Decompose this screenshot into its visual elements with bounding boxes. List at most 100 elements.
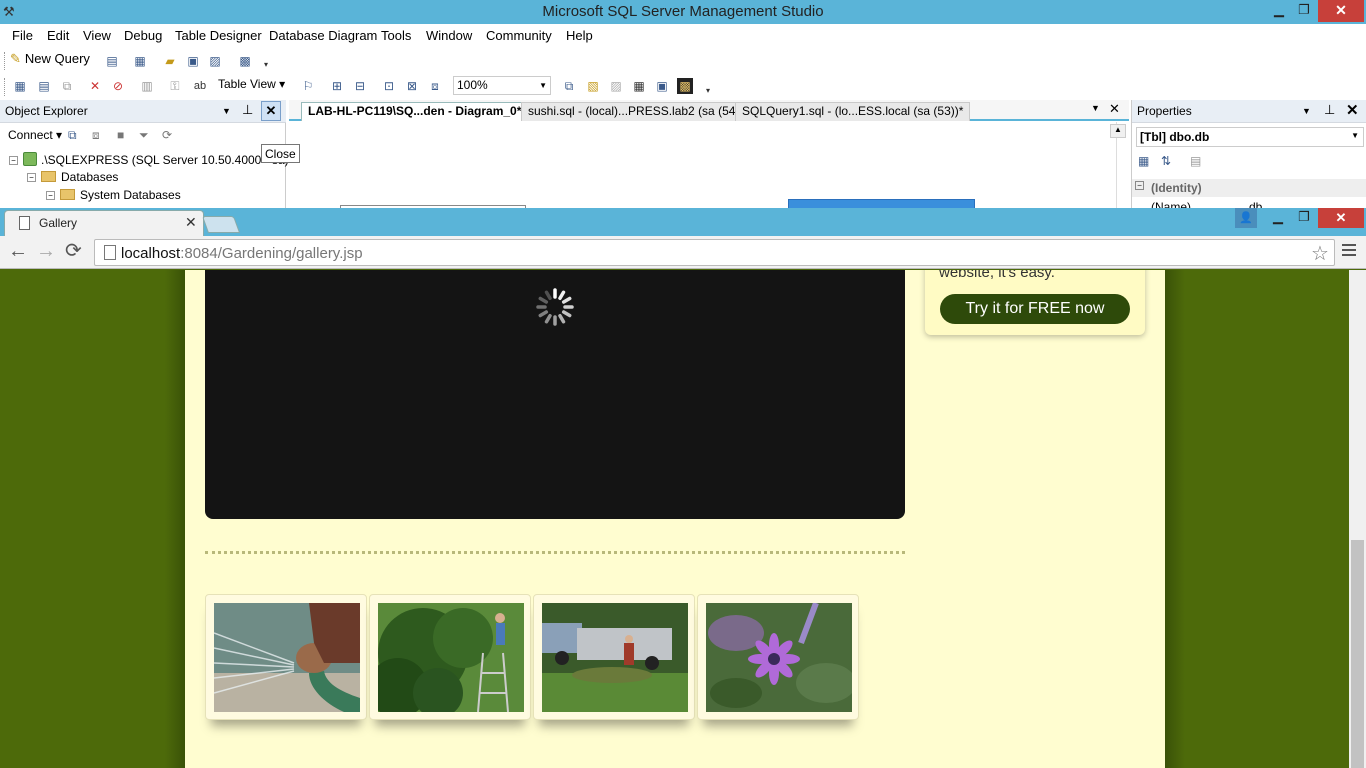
manage-spatial-indexes-icon[interactable]: ▣ xyxy=(654,78,670,94)
menu-view[interactable]: View xyxy=(83,28,111,43)
generate-script-icon[interactable]: ▥ xyxy=(139,78,155,94)
toolbar-overflow-icon[interactable]: ▾ xyxy=(700,83,716,99)
tab-diagram[interactable]: LAB-HL-PC119\SQ...den - Diagram_0* xyxy=(301,102,529,121)
menu-community[interactable]: Community xyxy=(486,28,552,43)
new-file-icon[interactable]: ▤ xyxy=(104,53,120,69)
menu-help[interactable]: Help xyxy=(566,28,593,43)
new-tab-button[interactable] xyxy=(201,216,241,233)
tree-databases-node[interactable]: − Databases xyxy=(27,170,118,184)
refresh-icon[interactable]: ⟳ xyxy=(162,128,172,142)
chrome-menu-icon[interactable] xyxy=(1342,244,1356,259)
save-icon[interactable]: ▣ xyxy=(185,53,201,69)
menu-file[interactable]: File xyxy=(12,28,33,43)
properties-close-icon[interactable]: ✕ xyxy=(1346,101,1359,119)
remove-from-diagram-icon[interactable]: ⊘ xyxy=(110,78,126,94)
object-explorer-close-button[interactable]: ✕ xyxy=(261,101,281,121)
chrome-restore-button[interactable]: ❐ xyxy=(1291,208,1317,228)
ssms-minimize-button[interactable]: ▁ xyxy=(1265,0,1293,22)
window-position-icon[interactable]: ▼ xyxy=(1302,106,1311,116)
recalculate-page-breaks-icon[interactable]: ⧉ xyxy=(561,78,577,94)
save-all-icon[interactable]: ▨ xyxy=(207,53,223,69)
manage-indexes-icon[interactable]: ▧ xyxy=(585,78,601,94)
arrange-tables-icon[interactable]: ⊟ xyxy=(352,78,368,94)
toolbar-overflow-icon[interactable]: ▾ xyxy=(258,57,274,73)
gallery-thumb-watering[interactable] xyxy=(205,594,367,720)
tab-sushi-sql[interactable]: sushi.sql - (local)...PRESS.lab2 (sa (54… xyxy=(521,102,751,121)
categorized-icon[interactable]: ▦ xyxy=(1138,154,1149,168)
pin-icon[interactable]: ⊥ xyxy=(242,102,253,118)
properties-object-select[interactable]: [Tbl] dbo.db ▼ xyxy=(1136,127,1364,147)
menu-edit[interactable]: Edit xyxy=(47,28,69,43)
new-text-annotation-icon[interactable]: ab xyxy=(192,78,208,94)
new-query-button[interactable]: ✎ New Query xyxy=(10,51,90,69)
stop-icon[interactable]: ■ xyxy=(117,128,124,142)
chrome-close-button[interactable]: ✕ xyxy=(1318,208,1364,228)
view-page-breaks-icon[interactable]: ⧈ xyxy=(427,78,443,94)
scrollbar-thumb[interactable] xyxy=(1351,540,1364,768)
menu-debug[interactable]: Debug xyxy=(124,28,162,43)
activity-monitor-icon[interactable]: ▩ xyxy=(237,53,253,69)
table-view-dropdown[interactable]: Table View ▾ xyxy=(218,77,285,91)
menu-database-diagram[interactable]: Database Diagram xyxy=(269,28,377,43)
add-related-tables-icon[interactable]: ⧉ xyxy=(59,78,75,94)
connect-dropdown[interactable]: Connect ▾ xyxy=(8,128,62,142)
try-free-button[interactable]: Try it for FREE now xyxy=(940,294,1130,324)
reload-icon[interactable]: ⟳ xyxy=(65,240,82,262)
address-bar[interactable]: localhost:8084/Gardening/gallery.jsp ☆ xyxy=(94,239,1335,266)
diagram-canvas[interactable] xyxy=(289,122,1117,210)
zoom-select[interactable]: 100% ▼ xyxy=(453,76,551,95)
collapse-icon[interactable]: − xyxy=(9,156,18,165)
collapse-icon[interactable]: − xyxy=(27,173,36,182)
gallery-thumb-hedge[interactable] xyxy=(369,594,531,720)
forward-icon[interactable]: → xyxy=(36,240,56,262)
window-position-icon[interactable]: ▼ xyxy=(222,106,231,116)
new-query-icon: ✎ xyxy=(10,51,21,66)
autosize-tables-icon[interactable]: ⊡ xyxy=(381,78,397,94)
add-table-icon[interactable]: ▤ xyxy=(36,78,52,94)
new-table-icon[interactable]: ▦ xyxy=(12,78,28,94)
tree-server-node[interactable]: − .\SQLEXPRESS (SQL Server 10.50.4000 - s… xyxy=(9,152,289,167)
tree-system-databases-node[interactable]: − System Databases xyxy=(46,188,181,202)
disconnect-icon[interactable]: ⧈ xyxy=(92,128,100,143)
properties-category[interactable]: − (Identity) xyxy=(1132,179,1366,197)
active-files-dropdown-icon[interactable]: ▼ xyxy=(1091,103,1100,113)
toolbar-grip[interactable] xyxy=(4,78,7,96)
menu-table-designer[interactable]: Table Designer xyxy=(175,28,262,43)
collapse-icon[interactable]: − xyxy=(1135,181,1144,190)
back-icon[interactable]: ← xyxy=(8,240,28,262)
delete-table-icon[interactable]: ✕ xyxy=(87,78,103,94)
collapse-icon[interactable]: − xyxy=(46,191,55,200)
chrome-window: Gallery ✕ 👤 ▁ ❐ ✕ ← → ⟳ localhost:8084/G… xyxy=(0,208,1366,768)
property-pages-icon[interactable]: ▤ xyxy=(1190,154,1201,168)
show-relationship-labels-icon[interactable]: ⊠ xyxy=(404,78,420,94)
video-player[interactable] xyxy=(205,270,905,519)
arrange-selection-icon[interactable]: ⊞ xyxy=(329,78,345,94)
gallery-thumb-truck[interactable] xyxy=(533,594,695,720)
pin-icon[interactable]: ⊥ xyxy=(1324,102,1335,118)
tab-sqlquery1[interactable]: SQLQuery1.sql - (lo...ESS.local (sa (53)… xyxy=(735,102,971,121)
new-project-icon[interactable]: ▦ xyxy=(132,53,148,69)
connect-object-explorer-icon[interactable]: ⧉ xyxy=(68,128,77,143)
page-scrollbar[interactable] xyxy=(1349,270,1366,768)
toolbar-grip[interactable] xyxy=(4,52,7,70)
manage-check-constraints-icon[interactable]: ▩ xyxy=(677,78,693,94)
tab-gallery[interactable]: Gallery ✕ xyxy=(4,210,204,236)
set-primary-key-icon[interactable]: ⚿ xyxy=(167,78,183,94)
menu-window[interactable]: Window xyxy=(426,28,472,43)
open-folder-icon[interactable]: ▰ xyxy=(162,53,178,69)
bookmark-star-icon[interactable]: ☆ xyxy=(1311,241,1329,266)
menu-tools[interactable]: Tools xyxy=(381,28,411,43)
ssms-restore-button[interactable]: ❐ xyxy=(1290,0,1318,22)
close-tab-icon[interactable]: ✕ xyxy=(185,214,197,231)
profile-icon[interactable]: 👤 xyxy=(1235,208,1257,228)
manage-xml-indexes-icon[interactable]: ▦ xyxy=(631,78,647,94)
ssms-close-button[interactable]: ✕ xyxy=(1318,0,1364,22)
manage-fulltext-icon[interactable]: ▨ xyxy=(608,78,624,94)
chrome-minimize-button[interactable]: ▁ xyxy=(1265,208,1291,228)
alphabetical-sort-icon[interactable]: ⇅ xyxy=(1161,154,1171,168)
gallery-thumb-flower[interactable] xyxy=(697,594,859,720)
relationships-icon[interactable]: ⚐ xyxy=(300,78,316,94)
close-document-icon[interactable]: ✕ xyxy=(1109,101,1120,117)
scroll-up-icon[interactable]: ▲ xyxy=(1110,124,1126,138)
filter-icon[interactable]: ⏷ xyxy=(139,128,149,143)
